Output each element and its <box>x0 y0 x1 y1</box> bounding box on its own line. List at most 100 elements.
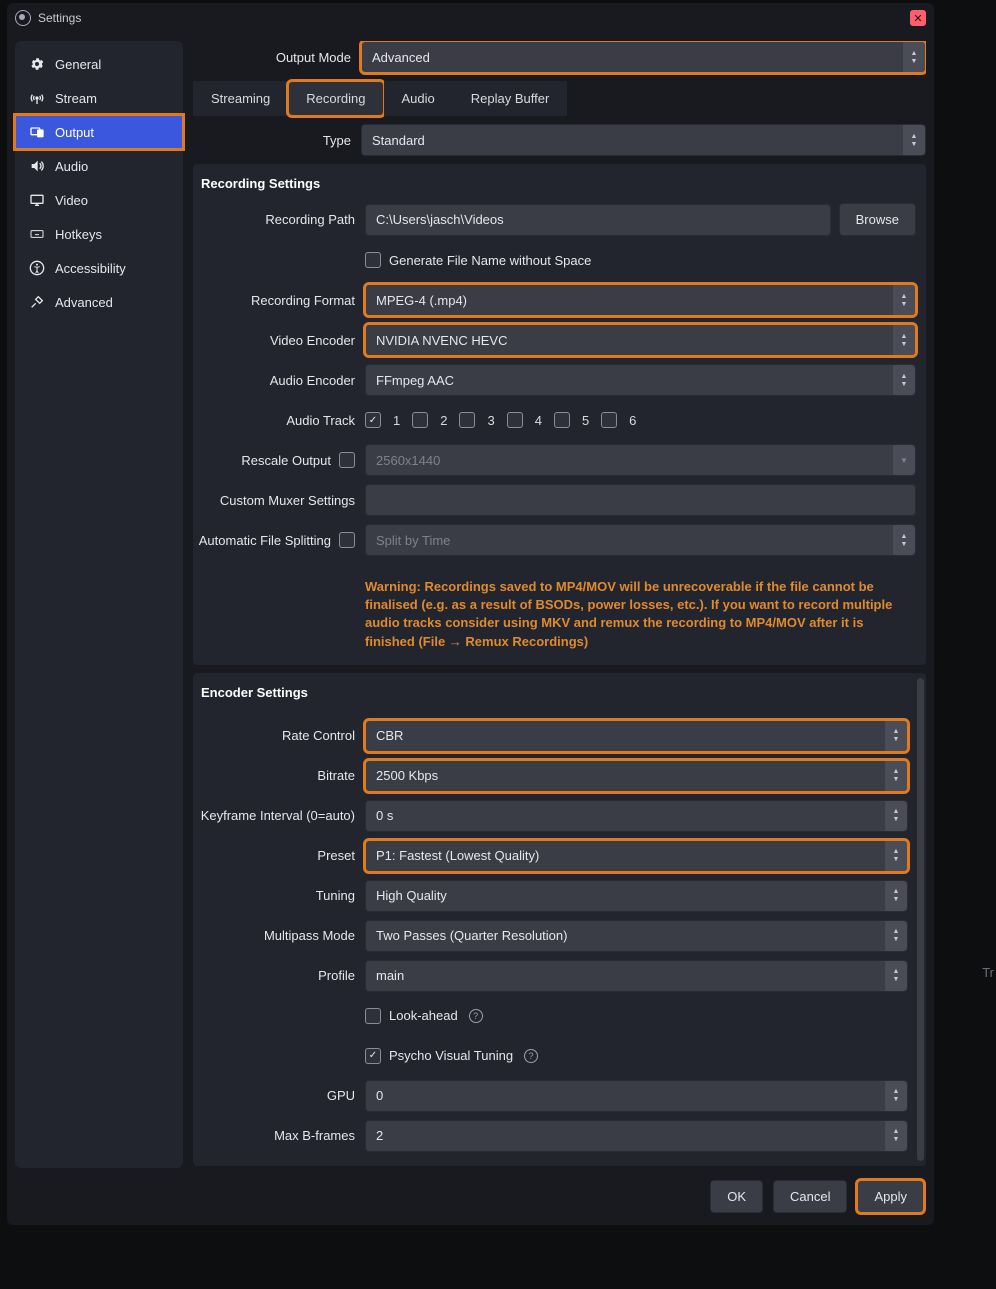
ok-button[interactable]: OK <box>710 1180 763 1213</box>
tab-streaming[interactable]: Streaming <box>193 81 288 116</box>
gpu-input[interactable]: 0 <box>365 1080 908 1112</box>
sidebar: General Stream Output Audio Video Hotkey… <box>15 41 183 1168</box>
preset-select[interactable]: P1: Fastest (Lowest Quality) <box>365 840 908 872</box>
help-icon[interactable]: ? <box>469 1009 483 1023</box>
cancel-button[interactable]: Cancel <box>773 1180 847 1213</box>
sidebar-item-label: Hotkeys <box>55 227 102 242</box>
sidebar-item-label: Video <box>55 193 88 208</box>
multipass-select[interactable]: Two Passes (Quarter Resolution) <box>365 920 908 952</box>
muxer-label: Custom Muxer Settings <box>197 493 365 508</box>
rescale-output-select[interactable]: 2560x1440 ▼ <box>365 444 916 476</box>
antenna-icon <box>29 90 45 106</box>
output-tabs: Streaming Recording Audio Replay Buffer <box>193 81 926 116</box>
rescale-output-checkbox[interactable] <box>339 452 355 468</box>
type-label: Type <box>193 133 361 148</box>
auto-split-checkbox[interactable] <box>339 532 355 548</box>
track-6-checkbox[interactable] <box>601 412 617 428</box>
recording-path-input[interactable]: C:\Users\jasch\Videos <box>365 204 831 236</box>
bitrate-input[interactable]: 2500 Kbps <box>365 760 908 792</box>
sidebar-item-advanced[interactable]: Advanced <box>15 285 183 319</box>
app-icon <box>15 10 31 26</box>
lookahead-label: Look-ahead <box>389 1008 458 1023</box>
browse-button[interactable]: Browse <box>839 203 916 236</box>
monitor-icon <box>29 192 45 208</box>
profile-select[interactable]: main <box>365 960 908 992</box>
sidebar-item-general[interactable]: General <box>15 47 183 81</box>
output-mode-label: Output Mode <box>193 50 361 65</box>
keyframe-label: Keyframe Interval (0=auto) <box>197 808 365 823</box>
accessibility-icon <box>29 260 45 276</box>
sidebar-item-output[interactable]: Output <box>15 115 183 149</box>
window-title: Settings <box>38 11 81 25</box>
sidebar-item-label: Output <box>55 125 94 140</box>
audio-encoder-select[interactable]: FFmpeg AAC <box>365 364 916 396</box>
settings-window: Settings ✕ General Stream Output Audio <box>7 3 934 1225</box>
sidebar-item-video[interactable]: Video <box>15 183 183 217</box>
recording-format-select[interactable]: MPEG-4 (.mp4) <box>365 284 916 316</box>
preset-label: Preset <box>197 848 365 863</box>
track-4-checkbox[interactable] <box>507 412 523 428</box>
rate-control-label: Rate Control <box>197 728 365 743</box>
recording-format-label: Recording Format <box>197 293 365 308</box>
sidebar-item-label: General <box>55 57 101 72</box>
tools-icon <box>29 294 45 310</box>
track-2-checkbox[interactable] <box>412 412 428 428</box>
speaker-icon <box>29 158 45 174</box>
recording-settings-heading: Recording Settings <box>197 176 916 195</box>
sidebar-item-label: Audio <box>55 159 88 174</box>
psycho-label: Psycho Visual Tuning <box>389 1048 513 1063</box>
sidebar-item-label: Stream <box>55 91 97 106</box>
rescale-output-label: Rescale Output <box>241 453 331 468</box>
sidebar-item-stream[interactable]: Stream <box>15 81 183 115</box>
dialog-footer: OK Cancel Apply <box>7 1168 934 1225</box>
keyboard-icon <box>29 226 45 242</box>
cutoff-text: Tr <box>982 965 994 980</box>
tab-recording[interactable]: Recording <box>288 81 383 116</box>
output-icon <box>29 124 45 140</box>
audio-encoder-label: Audio Encoder <box>197 373 365 388</box>
sidebar-item-hotkeys[interactable]: Hotkeys <box>15 217 183 251</box>
rate-control-select[interactable]: CBR <box>365 720 908 752</box>
track-1-checkbox[interactable] <box>365 412 381 428</box>
mp4-warning: Warning: Recordings saved to MP4/MOV wil… <box>365 578 916 651</box>
type-select[interactable]: Standard <box>361 124 926 156</box>
track-5-checkbox[interactable] <box>554 412 570 428</box>
lookahead-checkbox[interactable] <box>365 1008 381 1024</box>
psycho-checkbox[interactable] <box>365 1048 381 1064</box>
output-mode-select[interactable]: Advanced <box>361 41 926 73</box>
profile-label: Profile <box>197 968 365 983</box>
encoder-settings-heading: Encoder Settings <box>197 685 908 704</box>
gpu-label: GPU <box>197 1088 365 1103</box>
keyframe-input[interactable]: 0 s <box>365 800 908 832</box>
sidebar-item-accessibility[interactable]: Accessibility <box>15 251 183 285</box>
tab-replay-buffer[interactable]: Replay Buffer <box>453 81 568 116</box>
help-icon[interactable]: ? <box>524 1049 538 1063</box>
scrollbar[interactable] <box>917 678 924 1161</box>
titlebar: Settings ✕ <box>7 3 934 33</box>
recording-settings-panel: Recording Settings Recording Path C:\Use… <box>193 164 926 665</box>
auto-split-select[interactable]: Split by Time <box>365 524 916 556</box>
gen-filename-label: Generate File Name without Space <box>389 253 591 268</box>
recording-path-label: Recording Path <box>197 212 365 227</box>
video-encoder-select[interactable]: NVIDIA NVENC HEVC <box>365 324 916 356</box>
auto-split-label: Automatic File Splitting <box>199 533 331 548</box>
sidebar-item-label: Advanced <box>55 295 113 310</box>
tab-audio[interactable]: Audio <box>384 81 453 116</box>
audio-track-label: Audio Track <box>197 413 365 428</box>
maxb-label: Max B-frames <box>197 1128 365 1143</box>
track-3-checkbox[interactable] <box>459 412 475 428</box>
apply-button[interactable]: Apply <box>857 1180 924 1213</box>
sidebar-item-audio[interactable]: Audio <box>15 149 183 183</box>
main-panel: Output Mode Advanced Streaming Recording… <box>193 41 926 1168</box>
tuning-select[interactable]: High Quality <box>365 880 908 912</box>
close-icon[interactable]: ✕ <box>910 10 926 26</box>
multipass-label: Multipass Mode <box>197 928 365 943</box>
bitrate-label: Bitrate <box>197 768 365 783</box>
muxer-input[interactable] <box>365 484 916 516</box>
sidebar-item-label: Accessibility <box>55 261 126 276</box>
video-encoder-label: Video Encoder <box>197 333 365 348</box>
gear-icon <box>29 56 45 72</box>
encoder-settings-panel: Encoder Settings Rate Control CBR Bitrat… <box>193 673 926 1166</box>
maxb-input[interactable]: 2 <box>365 1120 908 1152</box>
gen-filename-checkbox[interactable] <box>365 252 381 268</box>
